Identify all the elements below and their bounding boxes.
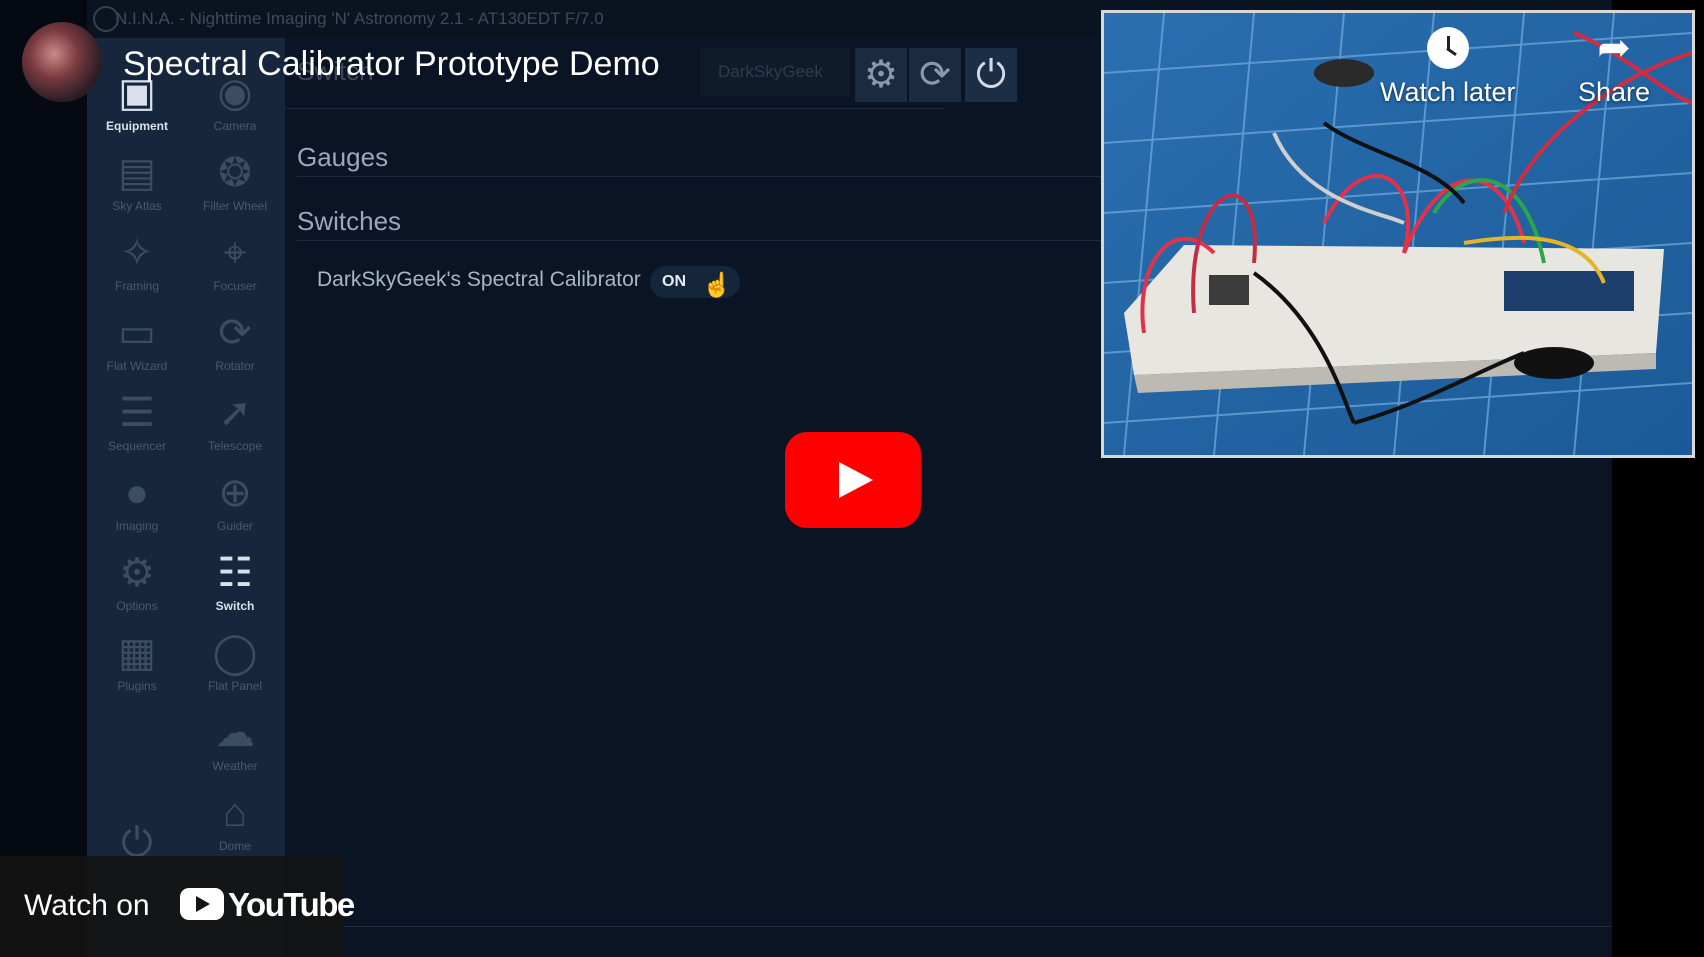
sidebar-item-weather[interactable]: ☁ Weather (185, 708, 285, 786)
sequencer-icon: ☰ (119, 391, 155, 435)
switches-heading: Switches (297, 206, 402, 236)
connect-button[interactable]: ⏻ (965, 48, 1017, 102)
gears-icon: ⚙ (119, 551, 155, 595)
bottom-divider (285, 926, 1612, 927)
imaging-icon: ● (124, 471, 150, 515)
play-icon (839, 462, 873, 498)
sidebar-item-framing[interactable]: ✧ Framing (87, 228, 187, 306)
microcontroller-board (1504, 271, 1634, 311)
sidebar-item-flat-wizard[interactable]: ▭ Flat Wizard (87, 308, 187, 386)
rotator-icon: ⟳ (218, 311, 252, 355)
sidebar-item-sequencer[interactable]: ☰ Sequencer (87, 388, 187, 466)
sidebar-item-options[interactable]: ⚙ Options (87, 548, 187, 626)
map-icon: ▤ (118, 151, 156, 195)
channel-avatar[interactable] (22, 22, 102, 102)
share-button[interactable]: ➦ Share (1578, 27, 1650, 109)
dome-icon: ⌂ (222, 791, 248, 835)
watch-later-button[interactable]: Watch later (1380, 27, 1516, 109)
sliders-icon: ☷ (217, 551, 253, 595)
gauges-heading: Gauges (297, 142, 389, 172)
watch-on-label: Watch on (24, 889, 150, 922)
youtube-logo-icon (180, 888, 224, 920)
sidebar-item-telescope[interactable]: ➚ Telescope (185, 388, 285, 466)
toggle-state: ON (662, 273, 686, 290)
telescope-icon: ➚ (218, 391, 252, 435)
watch-on-youtube-button[interactable]: Watch on YouTube (0, 856, 355, 957)
lightbulb-icon: ◯ (212, 631, 258, 675)
light-source (1314, 59, 1374, 87)
settings-button[interactable]: ⚙ (855, 48, 907, 102)
framing-icon: ✧ (120, 231, 154, 275)
refresh-icon: ⟳ (919, 54, 951, 96)
spectral-calibrator-toggle[interactable]: ON ☝ (650, 266, 740, 298)
sidebar-item-focuser[interactable]: ⌖ Focuser (185, 228, 285, 306)
watch-later-label: Watch later (1380, 77, 1516, 107)
video-title[interactable]: Spectral Calibrator Prototype Demo (123, 42, 660, 86)
sidebar-item-guider[interactable]: ⊕ Guider (185, 468, 285, 546)
sidebar-item-filter-wheel[interactable]: ❂ Filter Wheel (185, 148, 285, 226)
sidebar-item-dome[interactable]: ⌂ Dome (185, 788, 285, 866)
cloud-icon: ☁ (215, 711, 255, 755)
youtube-logo-word: YouTube (228, 886, 355, 923)
power-icon: ⏻ (975, 54, 1007, 96)
hand-cursor-icon: ☝ (702, 272, 732, 299)
flat-wizard-icon: ▭ (118, 311, 156, 355)
app-title: N.I.N.A. - Nighttime Imaging 'N' Astrono… (115, 9, 604, 28)
focuser-icon: ⌖ (223, 231, 247, 275)
sidebar-item-switch[interactable]: ☷ Switch (185, 548, 285, 626)
sidebar-item-plugins[interactable]: ▦ Plugins (87, 628, 187, 706)
probe-clip (1514, 347, 1594, 379)
video-thumbnail: Watch later ➦ Share (1101, 10, 1695, 458)
nina-logo-icon (93, 6, 119, 32)
sidebar: ▣ Equipment ◉ Camera ▤ Sky Atlas ❂ Filte… (87, 38, 285, 957)
refresh-button[interactable]: ⟳ (909, 48, 961, 102)
sidebar-item-imaging[interactable]: ● Imaging (87, 468, 187, 546)
sidebar-item-flat-panel[interactable]: ◯ Flat Panel (185, 628, 285, 706)
switch-label: DarkSkyGeek's Spectral Calibrator (317, 268, 641, 291)
gears-icon: ⚙ (863, 54, 899, 96)
share-label: Share (1578, 77, 1651, 107)
filter-wheel-icon: ❂ (218, 151, 252, 195)
puzzle-icon: ▦ (118, 631, 156, 675)
sidebar-item-sky-atlas[interactable]: ▤ Sky Atlas (87, 148, 187, 226)
clock-icon (1426, 27, 1469, 69)
device-select[interactable]: DarkSkyGeek (700, 48, 850, 96)
guider-icon: ⊕ (218, 471, 252, 515)
share-icon: ➦ (1597, 26, 1631, 70)
sidebar-item-rotator[interactable]: ⟳ Rotator (185, 308, 285, 386)
sensor-module (1209, 275, 1249, 305)
play-button[interactable] (785, 432, 921, 528)
